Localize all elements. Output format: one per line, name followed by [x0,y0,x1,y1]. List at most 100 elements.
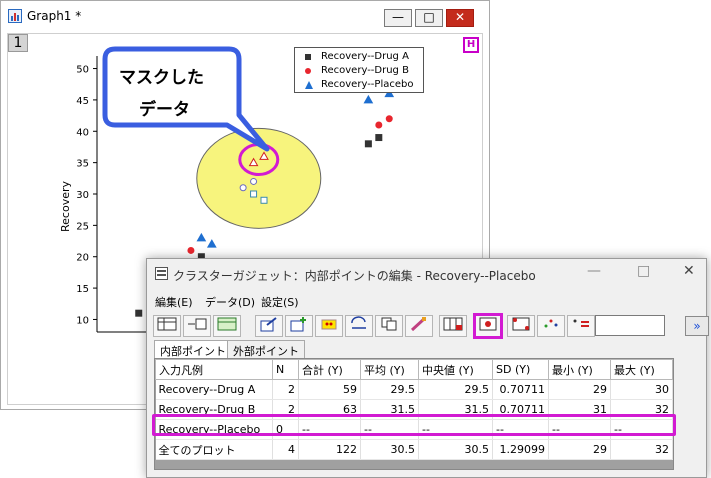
cluster-gadget-dialog: クラスターガジェット：内部ポイントの編集 - Recovery--Placebo… [146,258,709,478]
y-tick-label: 30 [76,190,89,201]
column-header[interactable]: 入力凡例 [155,359,273,380]
minimize-icon: — [392,10,404,24]
cell-median: 29.5 [418,379,493,400]
triangle-marker-icon [305,81,313,89]
close-icon: ✕ [454,10,466,24]
new-graph-button[interactable] [255,315,283,337]
data-point [187,246,195,254]
scatter-icon [544,319,558,328]
column-header[interactable]: 平均 (Y) [360,359,419,380]
arrow-to-sheet-icon [188,318,207,330]
data-point [375,134,383,142]
cell-legend: 全てのプロット [155,439,273,460]
column-header[interactable]: N [272,359,299,380]
cell-sum: 59 [298,379,361,400]
menu-data[interactable]: データ(D) [205,294,255,310]
data-point [385,115,393,123]
graph-arrow-icon [260,317,277,332]
column-header[interactable]: 最大 (Y) [610,359,673,380]
tab-outer-points[interactable]: 外部ポイント [227,340,305,358]
copy-icon [381,317,397,331]
hide-toolbar-button[interactable]: H [463,37,479,53]
dialog-close-button[interactable]: ✕ [683,263,695,279]
data-point [363,94,374,104]
y-tick-label: 15 [76,284,89,295]
cell-min: 29 [548,439,611,460]
cell-mean: 29.5 [360,379,419,400]
worksheet-output-button[interactable] [153,315,181,337]
cell-legend: Recovery--Drug A [155,379,273,400]
cell-mean: 30.5 [360,439,419,460]
inner-points-button[interactable] [473,313,503,339]
column-header[interactable]: SD (Y) [492,359,549,380]
cell-sd: 0.70711 [492,379,549,400]
masked-data-point [250,177,258,185]
cell-sum: 122 [298,439,361,460]
menu-edit[interactable]: 編集(E) [155,294,193,310]
graph-minimize-button[interactable]: — [384,9,412,27]
plus-icon [290,317,306,332]
table-header-row: 入力凡例 N 合計 (Y) 平均 (Y) 中央値 (Y) SD (Y) 最小 (… [155,359,673,380]
dialog-minimize-button[interactable]: — [587,263,601,279]
callout-text-line2: データ [139,100,190,120]
y-tick-label: 25 [76,221,89,232]
square-marker-icon [305,54,311,60]
legend-label: Recovery--Placebo [321,79,414,90]
mask-data-button[interactable] [315,315,343,337]
y-tick-label: 10 [76,315,89,326]
brush-icon [410,317,426,332]
cell-n: 4 [272,439,299,460]
tab-inner-points[interactable]: 内部ポイント [154,340,232,358]
column-header[interactable]: 合計 (Y) [298,359,361,380]
y-tick-label: 45 [76,96,89,107]
append-to-sheet-button[interactable] [183,315,211,337]
toolbar-text-input[interactable] [595,315,665,336]
inner-points-icon [479,317,497,331]
y-tick-label: 35 [76,159,89,170]
cell-max: 32 [610,439,673,460]
equal-points-button[interactable] [567,315,595,337]
expand-button[interactable]: » [685,316,709,336]
chart-legend[interactable]: Recovery--Drug A Recovery--Drug B Recove… [294,47,424,93]
cell-sd: 1.29099 [492,439,549,460]
masked-data-point [239,184,247,192]
data-point [375,121,383,129]
layer-tab[interactable]: 1 [8,34,28,52]
restore-icon: □ [423,10,435,24]
column-header[interactable]: 最小 (Y) [548,359,611,380]
green-sheet-icon [217,317,237,331]
legend-label: Recovery--Drug A [321,51,409,62]
y-tick-label: 40 [76,127,89,138]
stats-grid-button[interactable] [439,315,467,337]
dialog-title: クラスターガジェット：内部ポイントの編集 - Recovery--Placebo [173,269,536,283]
column-header[interactable]: 中央値 (Y) [418,359,493,380]
equals-icon [573,319,589,327]
swap-button[interactable] [345,315,373,337]
worksheet-icon [157,317,177,331]
masked-data-point [260,196,268,204]
table-row-total[interactable]: 全てのプロット 4 122 30.5 30.5 1.29099 29 32 [155,439,673,460]
add-plot-button[interactable] [285,315,313,337]
y-axis-label: Recovery [59,181,72,232]
dialog-maximize-button[interactable]: □ [637,263,650,279]
dialog-app-icon [155,267,168,280]
outer-points-button[interactable] [507,315,535,337]
copy-button[interactable] [375,315,403,337]
menu-settings[interactable]: 設定(S) [261,294,299,310]
results-table: 入力凡例 N 合計 (Y) 平均 (Y) 中央値 (Y) SD (Y) 最小 (… [155,359,673,460]
graph-window-icon [8,9,22,23]
sheet-output-button[interactable] [213,315,241,337]
swap-icon [351,316,366,329]
graph-window-title: Graph1 * [27,9,82,23]
edit-color-button[interactable] [405,315,433,337]
graph-titlebar[interactable]: Graph1 * — □ ✕ [1,1,489,31]
y-tick-label: 20 [76,253,89,264]
table-row[interactable]: Recovery--Drug A 2 59 29.5 29.5 0.70711 … [155,379,673,400]
y-tick-label: 50 [76,65,89,76]
cell-median: 30.5 [418,439,493,460]
graph-close-button[interactable]: ✕ [446,9,474,27]
cell-max: 30 [610,379,673,400]
scatter-points-button[interactable] [537,315,565,337]
graph-restore-button[interactable]: □ [415,9,443,27]
grid-icon [443,317,463,331]
